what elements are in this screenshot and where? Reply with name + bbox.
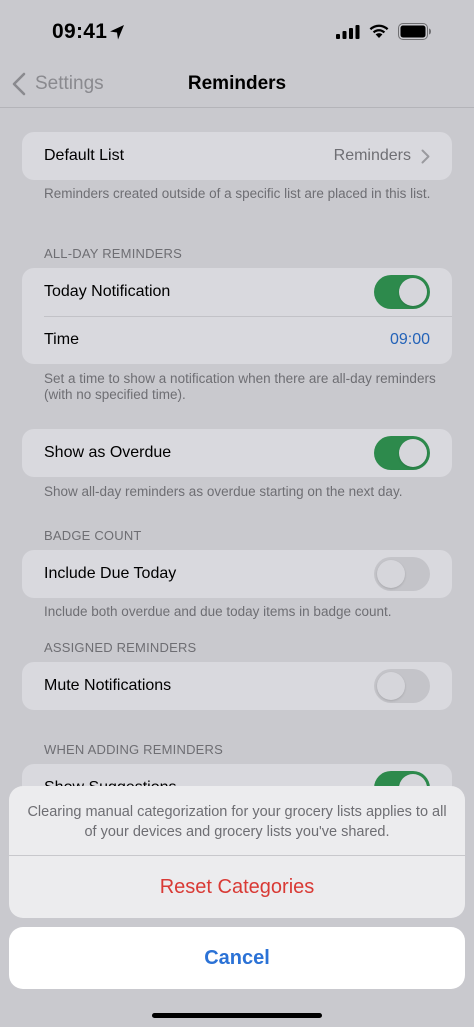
assigned-group: Mute Notifications bbox=[22, 662, 452, 710]
reset-categories-button[interactable]: Reset Categories bbox=[9, 856, 465, 918]
show-as-overdue-toggle[interactable] bbox=[374, 436, 430, 470]
all-day-header: ALL-DAY REMINDERS bbox=[44, 246, 183, 261]
battery-icon bbox=[398, 23, 431, 40]
chevron-right-icon bbox=[421, 149, 430, 163]
wifi-icon bbox=[369, 24, 389, 38]
cancel-button[interactable]: Cancel bbox=[9, 927, 465, 989]
overdue-footer: Show all-day reminders as overdue starti… bbox=[44, 484, 403, 499]
time-label: Time bbox=[44, 331, 79, 348]
time-row[interactable]: Time 09:00 bbox=[22, 316, 452, 364]
all-day-group: Today Notification Time 09:00 bbox=[22, 268, 452, 364]
default-list-row[interactable]: Default List Reminders bbox=[22, 132, 452, 180]
default-list-value: Reminders bbox=[333, 147, 411, 164]
assigned-header: ASSIGNED REMINDERS bbox=[44, 640, 197, 655]
home-indicator bbox=[152, 1013, 322, 1018]
today-notification-row: Today Notification bbox=[22, 268, 452, 316]
today-notification-toggle[interactable] bbox=[374, 275, 430, 309]
include-due-today-label: Include Due Today bbox=[44, 565, 177, 582]
today-notification-label: Today Notification bbox=[44, 283, 171, 300]
badge-count-group: Include Due Today bbox=[22, 550, 452, 598]
navigation-bar: Settings Reminders bbox=[0, 60, 474, 108]
overdue-group: Show as Overdue bbox=[22, 429, 452, 477]
when-adding-header: WHEN ADDING REMINDERS bbox=[44, 742, 223, 757]
badge-count-header: BADGE COUNT bbox=[44, 528, 142, 543]
include-due-today-toggle[interactable] bbox=[374, 557, 430, 591]
include-due-today-row: Include Due Today bbox=[22, 550, 452, 598]
toggle-knob bbox=[377, 672, 405, 700]
default-list-group: Default List Reminders bbox=[22, 132, 452, 180]
location-arrow-icon bbox=[110, 25, 124, 40]
status-time: 09:41 bbox=[52, 20, 108, 43]
show-as-overdue-row: Show as Overdue bbox=[22, 429, 452, 477]
mute-notifications-row: Mute Notifications bbox=[22, 662, 452, 710]
toggle-knob bbox=[399, 278, 427, 306]
default-list-footer: Reminders created outside of a specific … bbox=[44, 186, 431, 201]
page-title: Reminders bbox=[187, 73, 287, 94]
time-value[interactable]: 09:00 bbox=[390, 331, 430, 349]
action-sheet: Clearing manual categorization for your … bbox=[9, 786, 465, 918]
action-sheet-message: Clearing manual categorization for your … bbox=[9, 786, 465, 856]
mute-notifications-toggle[interactable] bbox=[374, 669, 430, 703]
default-list-value-wrap: Reminders bbox=[334, 147, 430, 165]
status-bar: 09:41 bbox=[0, 0, 474, 60]
all-day-footer: Set a time to show a notification when t… bbox=[44, 371, 436, 402]
badge-count-footer: Include both overdue and due today items… bbox=[44, 604, 392, 619]
toggle-knob bbox=[399, 439, 427, 467]
show-as-overdue-label: Show as Overdue bbox=[44, 444, 172, 461]
cellular-signal-icon bbox=[336, 25, 360, 39]
default-list-label: Default List bbox=[44, 147, 125, 164]
mute-notifications-label: Mute Notifications bbox=[44, 677, 172, 694]
toggle-knob bbox=[377, 560, 405, 588]
